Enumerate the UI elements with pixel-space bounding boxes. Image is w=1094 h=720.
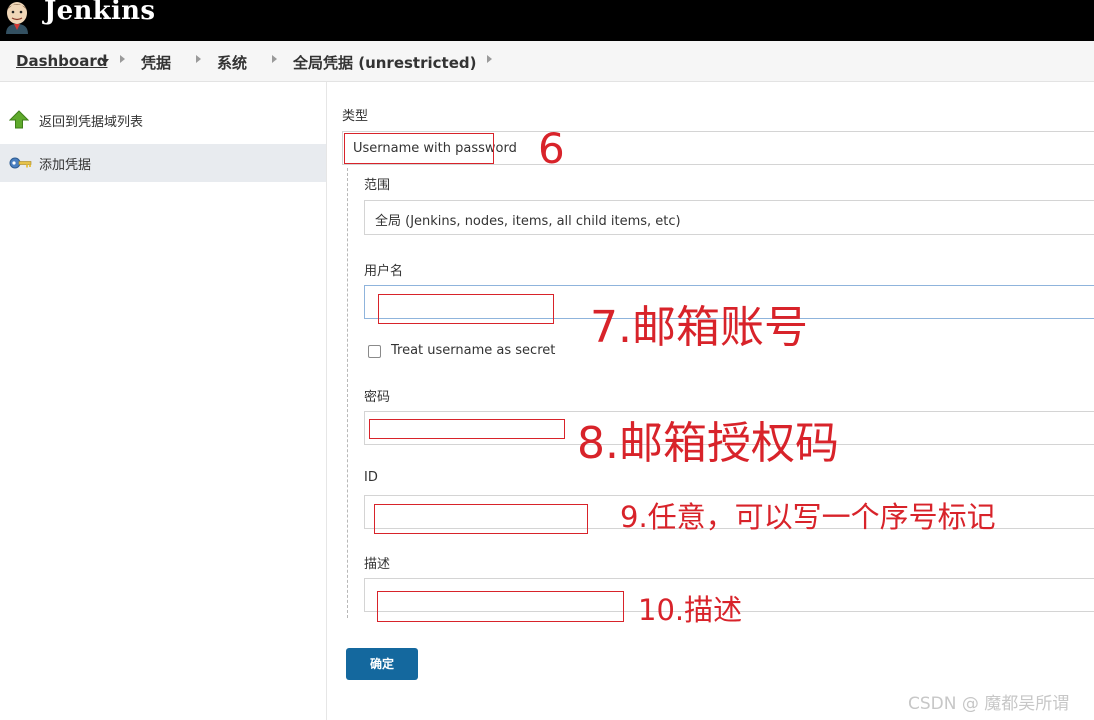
breadcrumb-separator-icon <box>196 55 201 63</box>
jenkins-logo-icon[interactable] <box>2 0 32 34</box>
breadcrumb-separator-icon <box>272 55 277 63</box>
annotation-box-9 <box>374 504 588 534</box>
annotation-10: 10.描述 <box>638 593 743 627</box>
brand-title[interactable]: Jenkins <box>44 0 155 26</box>
id-label: ID <box>364 470 378 485</box>
annotation-7: 7.邮箱账号 <box>590 302 808 353</box>
treat-username-secret-checkbox[interactable] <box>368 345 381 358</box>
kind-label: 类型 <box>342 109 369 124</box>
annotation-9: 9.任意，可以写一个序号标记 <box>620 500 996 534</box>
sidebar: 返回到凭据域列表 添加凭据 <box>0 82 327 720</box>
breadcrumb-system[interactable]: 系统 <box>217 52 247 73</box>
breadcrumb-separator-icon <box>487 55 492 63</box>
annotation-6: 6 <box>538 124 565 173</box>
treat-username-secret-label[interactable]: Treat username as secret <box>391 343 555 358</box>
annotation-box-10 <box>377 591 624 622</box>
scope-select-value: 全局 (Jenkins, nodes, items, all child ite… <box>375 214 681 229</box>
annotation-box-7 <box>378 294 554 324</box>
scope-label: 范围 <box>364 178 391 193</box>
annotation-box-8 <box>369 419 565 439</box>
dashboard-dropdown-icon[interactable] <box>101 59 109 64</box>
sidebar-item-add-credentials[interactable]: 添加凭据 <box>0 144 326 182</box>
scope-select[interactable]: 全局 (Jenkins, nodes, items, all child ite… <box>364 200 1094 235</box>
top-header: Jenkins <box>0 0 1094 41</box>
breadcrumb-credentials[interactable]: 凭据 <box>141 52 171 73</box>
key-icon <box>9 157 32 169</box>
watermark: CSDN @ 魔都吴所谓 <box>908 694 1070 714</box>
description-label: 描述 <box>364 557 391 572</box>
ok-button[interactable]: 确定 <box>346 648 418 680</box>
annotation-box-6 <box>344 133 494 164</box>
sidebar-item-label: 返回到凭据域列表 <box>39 115 144 130</box>
breadcrumb: Dashboard 凭据 系统 全局凭据 (unrestricted) <box>0 41 1094 82</box>
password-label: 密码 <box>364 390 391 405</box>
annotation-8: 8.邮箱授权码 <box>577 418 839 469</box>
username-label: 用户名 <box>364 264 404 279</box>
sidebar-item-back-to-domains[interactable]: 返回到凭据域列表 <box>0 101 326 139</box>
nested-section-divider <box>347 168 348 618</box>
sidebar-item-label: 添加凭据 <box>39 158 92 173</box>
breadcrumb-dashboard[interactable]: Dashboard <box>16 52 107 70</box>
up-arrow-icon <box>9 110 29 129</box>
breadcrumb-separator-icon <box>120 55 125 63</box>
breadcrumb-global-credentials[interactable]: 全局凭据 (unrestricted) <box>293 52 476 73</box>
